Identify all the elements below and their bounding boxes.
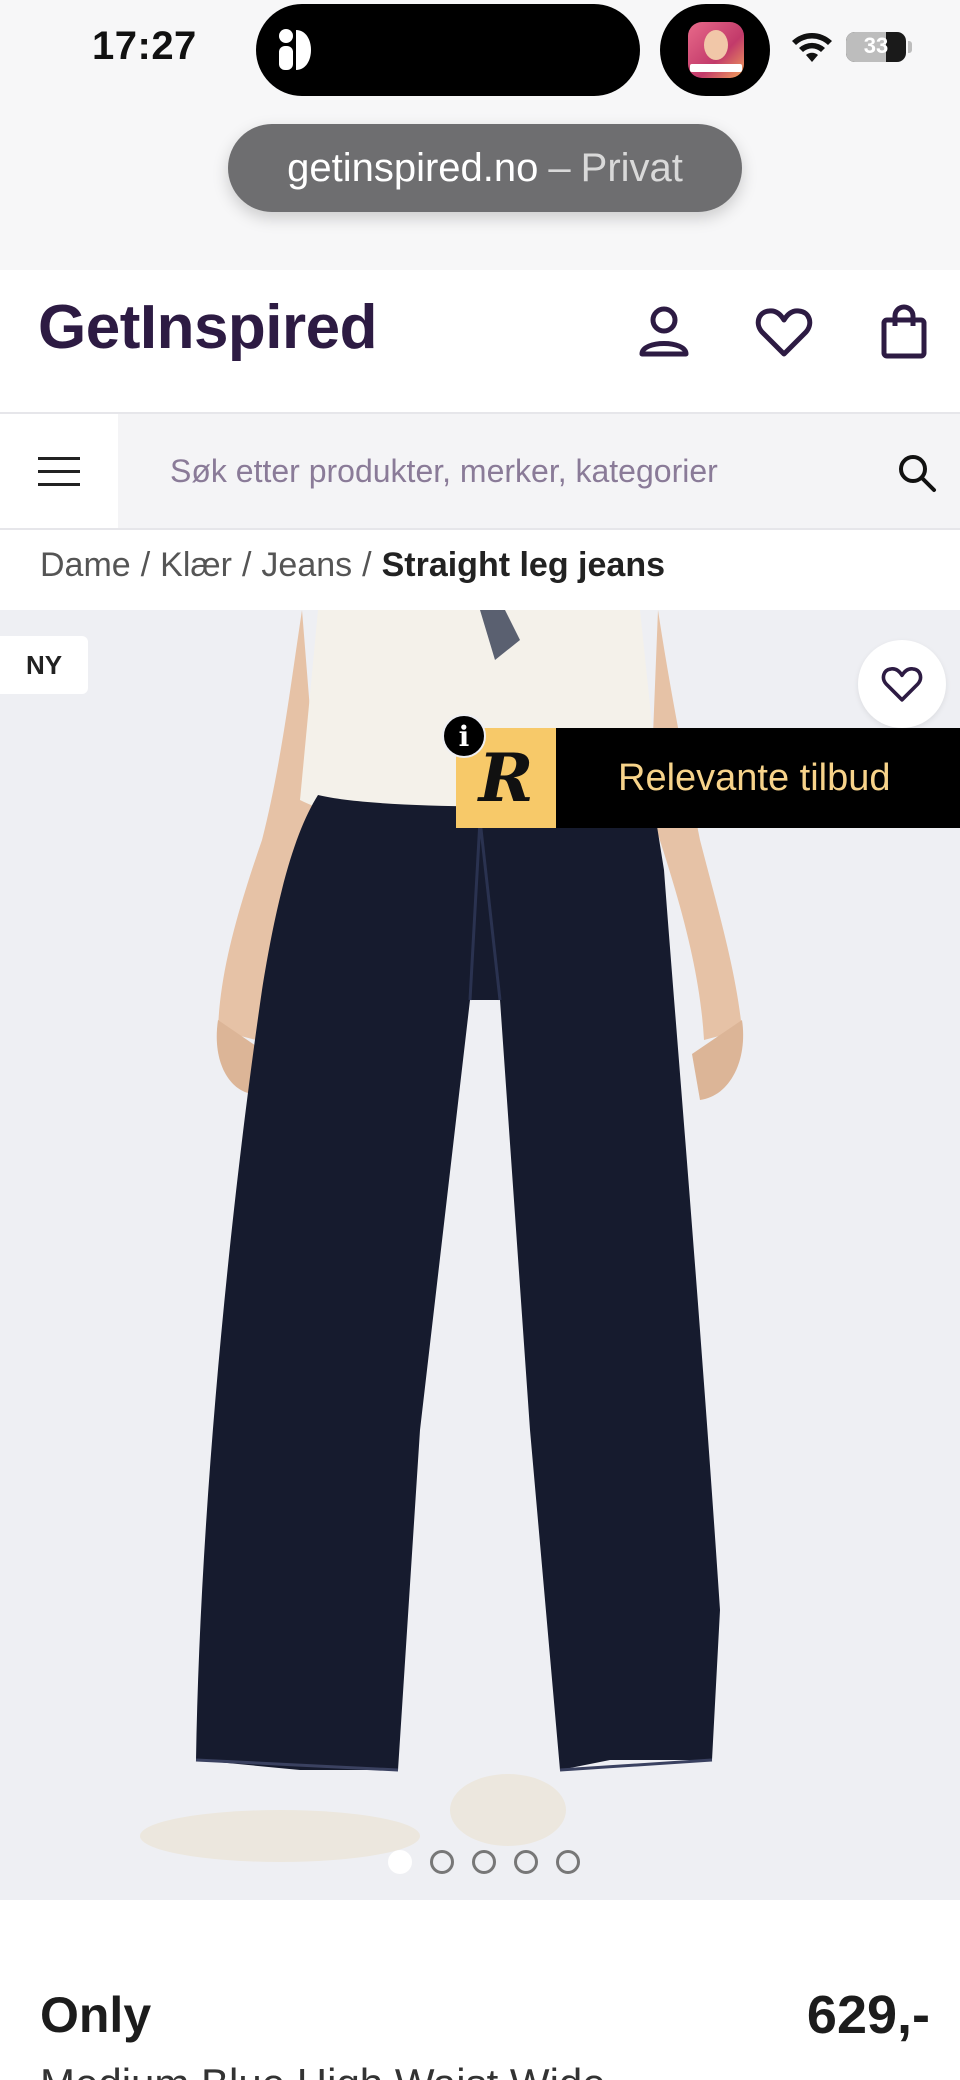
activity-icon [279,29,311,70]
heart-icon[interactable] [752,300,816,364]
dynamic-island [256,4,640,96]
browser-url-area: getinspired.no – Privat [0,100,960,270]
search-row [0,412,960,530]
product-brand[interactable]: Only [40,1986,151,2044]
breadcrumb-item[interactable]: Klær [160,546,232,585]
breadcrumb: Dame / Klær / Jeans / Straight leg jeans [40,545,665,585]
breadcrumb-item[interactable]: Jeans [261,546,352,585]
carousel-dot[interactable] [472,1850,496,1874]
heart-icon [881,667,923,702]
breadcrumb-item[interactable]: Dame [40,546,131,585]
carousel-dot[interactable] [430,1850,454,1874]
product-info: Only 629,- Medium Blue High Waist Wide [0,1900,960,2080]
search-icon[interactable] [896,452,938,494]
product-name: Medium Blue High Waist Wide [40,2060,606,2080]
search-input[interactable] [150,438,880,504]
carousel-dot[interactable] [388,1850,412,1874]
user-icon[interactable] [632,300,696,364]
favorite-button[interactable] [858,640,946,728]
carousel-dot[interactable] [556,1850,580,1874]
carousel-dots [388,1850,580,1874]
relevant-offers-banner[interactable]: R Relevante tilbud [456,728,960,828]
status-bar: 17:27 33 [0,0,960,100]
url-separator: – [548,145,571,190]
app-thumbnail [688,22,744,78]
now-playing-pill [660,4,770,96]
product-image-carousel[interactable]: NY R Relevante tilbud i [0,610,960,1900]
site-logo[interactable]: GetInspired [38,292,378,363]
breadcrumb-current: Straight leg jeans [381,545,665,584]
new-badge: NY [0,636,88,694]
wifi-icon [792,33,832,62]
menu-icon[interactable] [0,414,118,528]
status-time: 17:27 [92,24,197,68]
offer-text: Relevante tilbud [618,756,891,799]
battery-icon: 33 [846,32,906,62]
site-header: GetInspired [0,270,960,412]
battery-level: 33 [863,33,889,58]
info-icon[interactable]: i [442,714,486,758]
shopping-bag-icon[interactable] [872,300,936,364]
url-bar[interactable]: getinspired.no – Privat [228,124,742,212]
private-mode-label: Privat [580,145,683,190]
carousel-dot[interactable] [514,1850,538,1874]
url-domain: getinspired.no [287,145,539,190]
product-price: 629,- [806,1985,930,2045]
